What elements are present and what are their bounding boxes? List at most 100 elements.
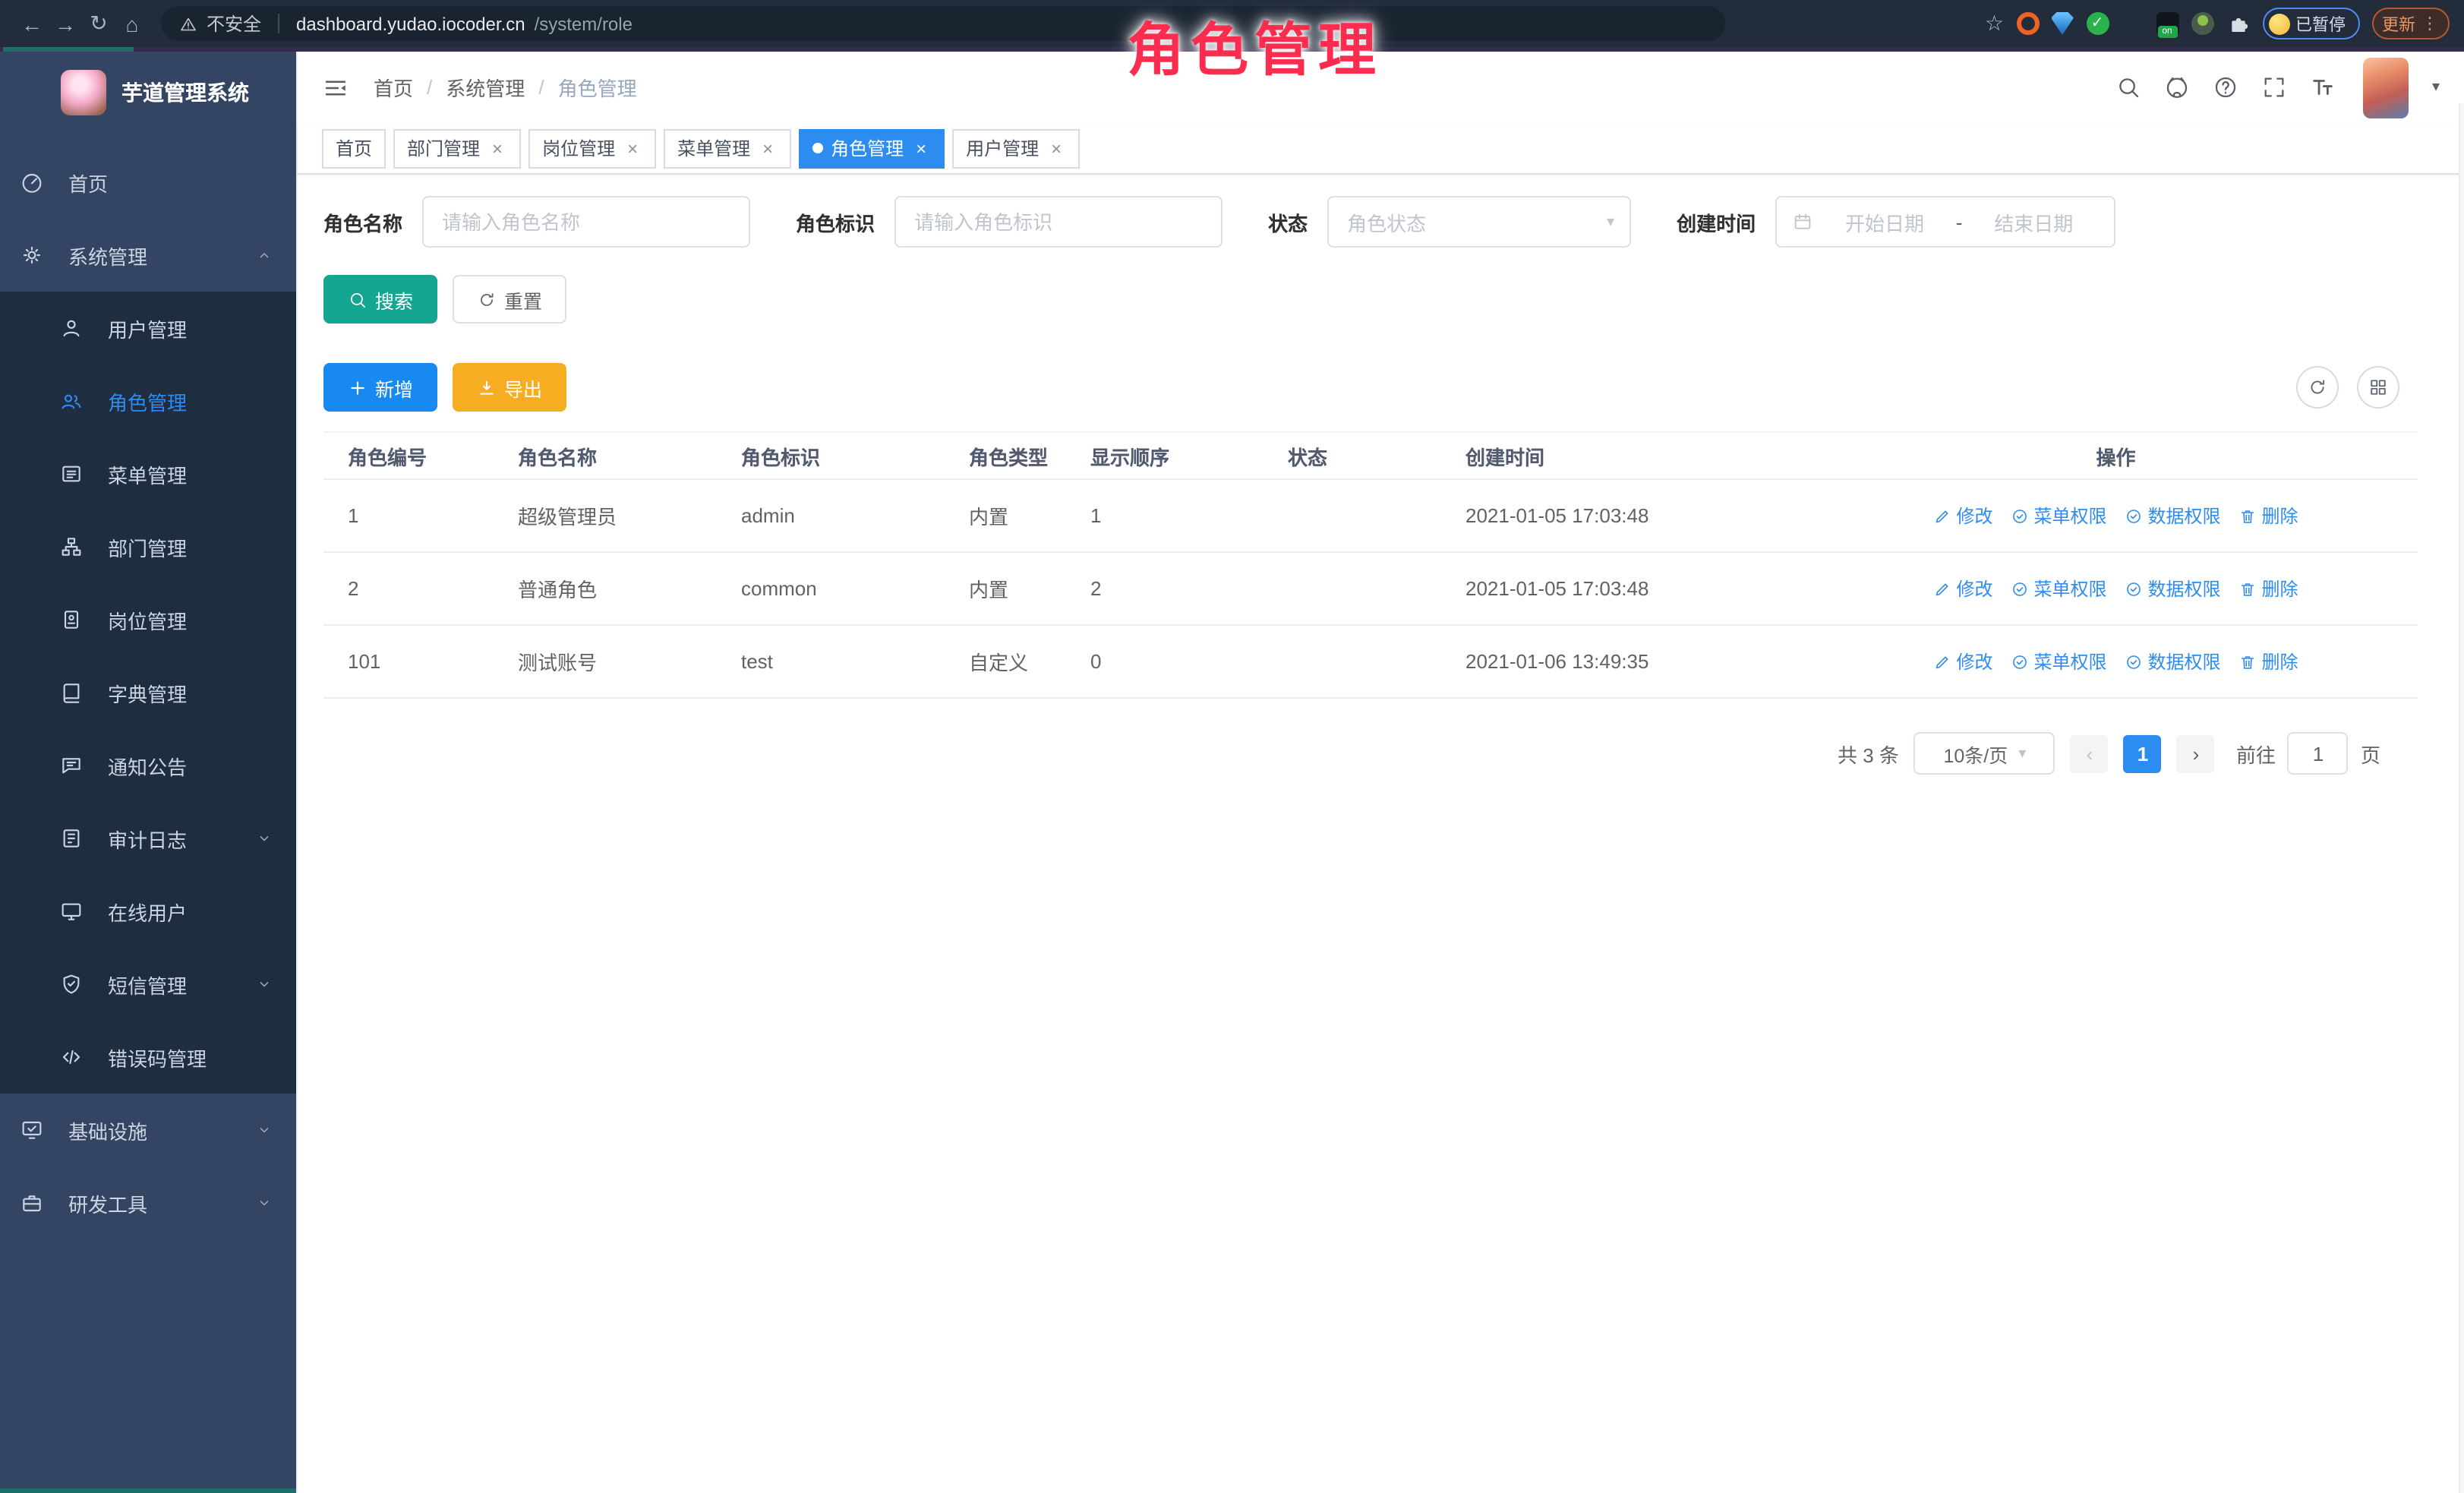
url-domain: dashboard.yudao.iocoder.cn [296,13,525,34]
prev-page-button[interactable]: ‹ [2071,734,2109,772]
sidebar-item-label: 用户管理 [108,314,187,342]
sidebar-item-dept-mgmt[interactable]: 部门管理 [0,510,296,583]
sidebar-item-post-mgmt[interactable]: 岗位管理 [0,583,296,656]
delete-link[interactable]: 删除 [2239,503,2298,529]
extension-blue-gem-icon[interactable] [2051,12,2074,35]
sidebar-item-home[interactable]: 首页 [0,146,296,219]
data-perm-link[interactable]: 数据权限 [2125,503,2221,529]
delete-link[interactable]: 删除 [2239,649,2298,674]
profile-paused-pill[interactable]: 已暂停 [2262,8,2359,39]
github-icon[interactable] [2165,74,2191,100]
export-button[interactable]: 导出 [453,363,566,412]
breadcrumb-system[interactable]: 系统管理 [446,73,525,102]
extensions-puzzle-icon[interactable] [2226,11,2250,36]
pagination-goto: 前往 页 [2236,732,2380,775]
sidebar-item-user-mgmt[interactable]: 用户管理 [0,292,296,365]
extension-orange-ring-icon[interactable] [2016,12,2039,35]
browser-reload-button[interactable]: ↻ [82,11,115,36]
menu-perm-link[interactable]: 菜单权限 [2011,576,2106,601]
page-number-1[interactable]: 1 [2124,734,2162,772]
cell-sort: 2 [1090,577,1288,600]
tab-home[interactable]: 首页 [322,128,386,168]
reset-button[interactable]: 重置 [453,275,566,324]
edit-link[interactable]: 修改 [1933,649,1992,674]
role-key-input[interactable] [894,196,1223,248]
browser-update-menu-button[interactable]: 更新 ⋮ [2371,8,2449,39]
search-button[interactable]: 搜索 [323,275,437,324]
add-button[interactable]: 新增 [323,363,437,412]
circle-check-icon [2011,652,2029,671]
breadcrumb-home[interactable]: 首页 [374,73,413,102]
toolbox-icon [20,1191,44,1215]
search-icon [348,289,368,309]
extension-on-badge-icon[interactable]: on [2156,12,2178,35]
tab-dept-mgmt[interactable]: 部门管理 × [393,128,521,168]
tab-user-mgmt[interactable]: 用户管理 × [952,128,1080,168]
tab-close-icon[interactable]: × [758,137,778,159]
date-range-picker[interactable]: 开始日期 - 结束日期 [1775,196,2115,248]
sidebar-item-error-code[interactable]: 错误码管理 [0,1021,296,1094]
page-size-select[interactable]: 10条/页 ▾ [1914,732,2055,775]
tab-post-mgmt[interactable]: 岗位管理 × [528,128,656,168]
font-size-icon[interactable] [2311,74,2336,100]
sidebar-logo-row[interactable]: 芋道管理系统 [0,52,296,134]
browser-back-button[interactable]: ← [15,11,49,36]
sidebar-item-sms-mgmt[interactable]: 短信管理 [0,948,296,1021]
data-perm-link[interactable]: 数据权限 [2125,649,2221,674]
status-select-placeholder: 角色状态 [1347,207,1426,236]
data-perm-link[interactable]: 数据权限 [2125,576,2221,601]
fullscreen-icon[interactable] [2262,74,2288,100]
bookmark-star-icon[interactable]: ☆ [1985,11,2004,36]
sidebar-item-label: 字典管理 [108,678,187,707]
sidebar-item-role-mgmt[interactable]: 角色管理 [0,365,296,437]
browser-home-button[interactable]: ⌂ [115,11,149,36]
address-bar[interactable]: 不安全 dashboard.yudao.iocoder.cn/system/ro… [161,6,1725,41]
cell-key: common [741,577,969,600]
filter-label: 角色名称 [323,207,402,236]
col-header-created: 创建时间 [1465,441,1815,470]
column-settings-button[interactable] [2356,366,2399,409]
tab-menu-mgmt[interactable]: 菜单管理 × [664,128,791,168]
edit-link[interactable]: 修改 [1933,576,1992,601]
tab-close-icon[interactable]: × [623,137,642,159]
plus-icon [348,377,368,397]
sidebar-item-infrastructure[interactable]: 基础设施 [0,1094,296,1166]
sidebar-item-system[interactable]: 系统管理 [0,219,296,292]
tab-close-icon[interactable]: × [487,137,507,159]
sidebar-item-online-users[interactable]: 在线用户 [0,875,296,948]
tab-close-icon[interactable]: × [911,137,931,159]
role-name-input[interactable] [422,196,750,248]
filter-status: 状态 角色状态 ▾ [1268,196,1631,248]
tab-close-icon[interactable]: × [1046,137,1066,159]
sidebar-item-audit-log[interactable]: 审计日志 [0,802,296,875]
menu-perm-link[interactable]: 菜单权限 [2011,649,2106,674]
next-page-button[interactable]: › [2177,734,2215,772]
extension-diamond-icon[interactable] [2121,12,2144,35]
goto-page-input[interactable] [2288,732,2349,775]
sidebar-item-notice[interactable]: 通知公告 [0,729,296,802]
sidebar-item-menu-mgmt[interactable]: 菜单管理 [0,437,296,510]
menu-perm-link[interactable]: 菜单权限 [2011,503,2106,529]
trash-icon [2239,507,2257,525]
user-avatar[interactable] [2364,57,2409,118]
avatar-caret-down-icon[interactable]: ▾ [2432,79,2440,96]
monitor-icon [59,899,84,923]
extension-dot-icon[interactable] [2191,12,2213,35]
refresh-table-button[interactable] [2295,366,2338,409]
browser-forward-button[interactable]: → [49,11,82,36]
hamburger-icon[interactable] [322,74,349,101]
search-icon[interactable] [2116,74,2142,100]
delete-link[interactable]: 删除 [2239,576,2298,601]
sidebar-item-label: 审计日志 [108,824,187,853]
page-scrollbar[interactable] [2458,103,2464,1493]
help-icon[interactable] [2213,74,2239,100]
col-header-status: 状态 [1288,441,1465,470]
sidebar-item-dev-tools[interactable]: 研发工具 [0,1166,296,1239]
tab-role-mgmt-active[interactable]: 角色管理 × [799,128,945,168]
annotation-overlay-title: 角色管理 [1127,3,1382,87]
extension-green-check-icon[interactable]: ✓ [2086,12,2109,35]
edit-link[interactable]: 修改 [1933,503,1992,529]
sidebar-item-dict-mgmt[interactable]: 字典管理 [0,656,296,729]
status-select[interactable]: 角色状态 ▾ [1327,196,1631,248]
start-date-placeholder: 开始日期 [1819,207,1950,236]
